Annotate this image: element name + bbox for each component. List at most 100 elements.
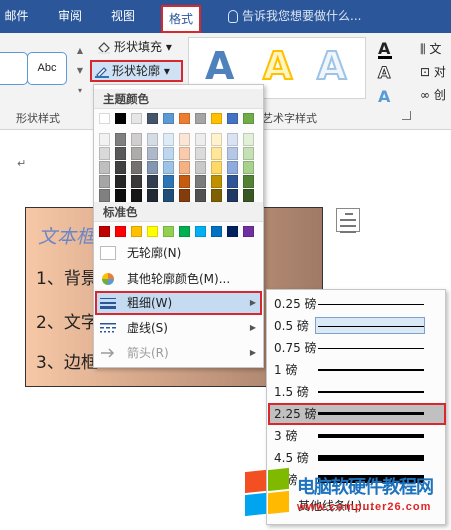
theme-color-swatch[interactable] <box>163 147 174 160</box>
theme-color-swatch[interactable] <box>163 113 174 124</box>
weight-option[interactable]: 3 磅 <box>268 425 446 447</box>
theme-color-swatch[interactable] <box>131 147 142 160</box>
theme-color-swatch[interactable] <box>147 113 158 124</box>
theme-color-swatch[interactable] <box>179 189 190 202</box>
theme-color-swatch[interactable] <box>179 113 190 124</box>
dashes-item[interactable]: 虚线(S) ▶ <box>95 316 262 340</box>
theme-color-swatch[interactable] <box>99 175 110 188</box>
standard-color-swatch[interactable] <box>195 226 206 237</box>
gallery-more-icon[interactable]: ▾ <box>74 81 86 101</box>
standard-color-swatch[interactable] <box>147 226 158 237</box>
theme-color-swatch[interactable] <box>243 147 254 160</box>
theme-color-swatch[interactable] <box>115 161 126 174</box>
standard-color-swatch[interactable] <box>179 226 190 237</box>
weight-option[interactable]: 0.25 磅 <box>268 293 446 315</box>
theme-color-swatch[interactable] <box>179 133 190 146</box>
theme-color-swatch[interactable] <box>211 113 222 124</box>
theme-color-swatch[interactable] <box>227 161 238 174</box>
more-outline-colors-item[interactable]: 其他轮廓颜色(M)... <box>95 267 262 291</box>
theme-color-swatch[interactable] <box>99 161 110 174</box>
theme-color-swatch[interactable] <box>243 175 254 188</box>
theme-color-swatch[interactable] <box>195 189 206 202</box>
theme-color-swatch[interactable] <box>147 161 158 174</box>
theme-color-swatch[interactable] <box>99 113 110 124</box>
text-fill-button[interactable]: A <box>378 39 392 59</box>
scroll-up-icon[interactable]: ▲ <box>74 41 86 61</box>
theme-color-swatch[interactable] <box>179 175 190 188</box>
standard-color-swatch[interactable] <box>99 226 110 237</box>
theme-color-swatch[interactable] <box>243 189 254 202</box>
shape-fill-button[interactable]: 形状填充 ▾ <box>93 37 185 57</box>
shape-style-preview-1[interactable] <box>0 52 28 85</box>
theme-color-swatch[interactable] <box>211 147 222 160</box>
theme-color-swatch[interactable] <box>147 189 158 202</box>
theme-color-swatch[interactable] <box>163 189 174 202</box>
theme-color-swatch[interactable] <box>211 133 222 146</box>
weight-option-highlighted[interactable]: 2.25 磅 <box>268 403 446 425</box>
no-outline-item[interactable]: 无轮廓(N) <box>95 241 262 265</box>
theme-color-swatch[interactable] <box>195 133 206 146</box>
theme-color-swatch[interactable] <box>227 147 238 160</box>
theme-color-swatch[interactable] <box>131 161 142 174</box>
arrows-item[interactable]: 箭头(R) ▶ <box>95 341 262 365</box>
theme-color-swatch[interactable] <box>163 161 174 174</box>
theme-color-swatch[interactable] <box>131 113 142 124</box>
theme-color-swatch[interactable] <box>115 147 126 160</box>
weight-option[interactable]: 0.5 磅 <box>268 315 446 337</box>
tell-me-search[interactable]: 告诉我您想要做什么... <box>228 0 361 33</box>
tab-format[interactable]: 格式 <box>161 5 201 33</box>
weight-option[interactable]: 1 磅 <box>268 359 446 381</box>
theme-color-swatch[interactable] <box>131 175 142 188</box>
theme-color-swatch[interactable] <box>99 147 110 160</box>
theme-color-swatch[interactable] <box>99 133 110 146</box>
theme-color-swatch[interactable] <box>163 133 174 146</box>
theme-color-swatch[interactable] <box>227 133 238 146</box>
theme-color-swatch[interactable] <box>131 133 142 146</box>
theme-color-swatch[interactable] <box>211 175 222 188</box>
shape-style-gallery-scroll[interactable]: ▲ ▼ ▾ <box>74 41 86 101</box>
theme-color-swatch[interactable] <box>179 147 190 160</box>
dialog-launcher-icon[interactable] <box>402 111 411 120</box>
theme-color-swatch[interactable] <box>211 161 222 174</box>
wordart-style-blue[interactable]: A <box>205 42 234 90</box>
shape-outline-button[interactable]: 形状轮廓 ▾ <box>90 60 183 82</box>
tab-review[interactable]: 审阅 <box>50 0 90 33</box>
theme-color-swatch[interactable] <box>147 175 158 188</box>
theme-color-swatch[interactable] <box>115 113 126 124</box>
shape-style-preview-2[interactable]: Abc <box>27 52 67 85</box>
standard-color-swatch[interactable] <box>227 226 238 237</box>
text-direction-button[interactable]: ⫼ 文 <box>420 40 441 57</box>
wordart-style-gold[interactable]: A <box>262 42 293 90</box>
theme-color-swatch[interactable] <box>163 175 174 188</box>
theme-color-swatch[interactable] <box>131 189 142 202</box>
tab-mailings[interactable]: 邮件 <box>0 0 33 33</box>
theme-color-swatch[interactable] <box>211 189 222 202</box>
theme-color-swatch[interactable] <box>179 161 190 174</box>
text-effects-button[interactable]: A <box>378 87 390 106</box>
weight-option[interactable]: 0.75 磅 <box>268 337 446 359</box>
theme-color-swatch[interactable] <box>115 133 126 146</box>
standard-color-swatch[interactable] <box>131 226 142 237</box>
theme-color-swatch[interactable] <box>147 133 158 146</box>
weight-option[interactable]: 1.5 磅 <box>268 381 446 403</box>
weight-item[interactable]: 粗细(W) ▶ <box>95 291 262 315</box>
standard-color-swatch[interactable] <box>163 226 174 237</box>
theme-color-swatch[interactable] <box>227 175 238 188</box>
theme-color-swatch[interactable] <box>227 189 238 202</box>
align-text-button[interactable]: ⊡ 对 <box>420 63 446 80</box>
standard-color-swatch[interactable] <box>211 226 222 237</box>
theme-color-swatch[interactable] <box>115 189 126 202</box>
theme-color-swatch[interactable] <box>243 161 254 174</box>
theme-color-swatch[interactable] <box>99 189 110 202</box>
tab-view[interactable]: 视图 <box>103 0 143 33</box>
create-link-button[interactable]: ∞ 创 <box>420 86 446 103</box>
theme-color-swatch[interactable] <box>227 113 238 124</box>
text-outline-button[interactable]: A <box>377 63 390 83</box>
theme-color-swatch[interactable] <box>195 113 206 124</box>
theme-color-swatch[interactable] <box>195 161 206 174</box>
layout-options-icon[interactable] <box>336 208 360 233</box>
theme-color-swatch[interactable] <box>243 113 254 124</box>
standard-color-swatch[interactable] <box>115 226 126 237</box>
scroll-down-icon[interactable]: ▼ <box>74 61 86 81</box>
theme-color-swatch[interactable] <box>147 147 158 160</box>
